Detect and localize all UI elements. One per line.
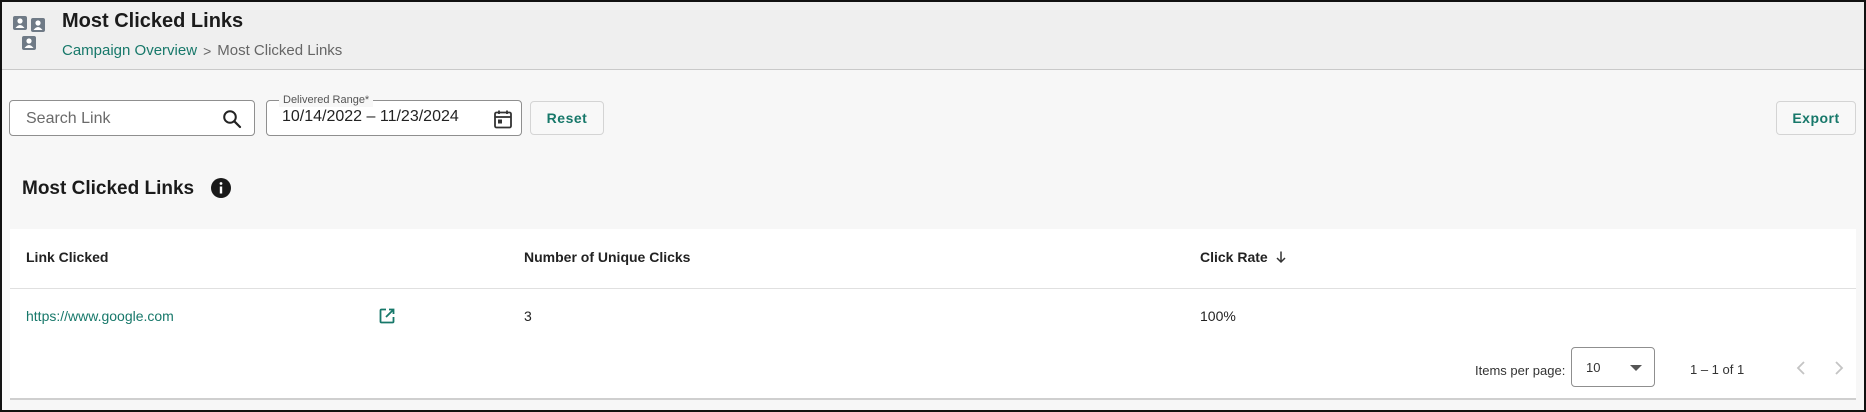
search-input[interactable] xyxy=(24,101,218,137)
page-title: Most Clicked Links xyxy=(62,10,244,32)
breadcrumb-current: Most Clicked Links xyxy=(217,42,343,59)
page-header: Most Clicked Links Campaign Overview > M… xyxy=(2,2,1864,70)
dropdown-arrow-icon xyxy=(1630,365,1642,371)
search-icon[interactable] xyxy=(222,109,242,129)
column-header-click-rate-label: Click Rate xyxy=(1200,249,1268,265)
items-per-page-label: Items per page: xyxy=(1475,363,1566,378)
export-button[interactable]: Export xyxy=(1776,101,1856,135)
header-divider xyxy=(10,288,1856,289)
search-field xyxy=(9,100,255,137)
breadcrumb-separator: > xyxy=(203,42,212,59)
open-in-new-icon[interactable] xyxy=(378,307,396,325)
breadcrumb: Campaign Overview > Most Clicked Links xyxy=(62,42,342,59)
unique-clicks-cell: 3 xyxy=(524,308,532,324)
previous-page-icon[interactable] xyxy=(1793,359,1811,377)
breadcrumb-campaign-overview-link[interactable]: Campaign Overview xyxy=(62,42,197,59)
column-header-link-clicked: Link Clicked xyxy=(26,249,109,265)
column-header-click-rate[interactable]: Click Rate xyxy=(1200,249,1288,265)
column-header-unique-clicks: Number of Unique Clicks xyxy=(524,249,691,265)
section-title: Most Clicked Links xyxy=(22,178,195,199)
click-rate-cell: 100% xyxy=(1200,308,1236,324)
items-per-page-value: 10 xyxy=(1586,360,1601,375)
contacts-group-icon xyxy=(13,16,45,50)
reset-button[interactable]: Reset xyxy=(530,101,604,135)
delivered-range-value[interactable]: 10/14/2022 – 11/23/2024 xyxy=(282,108,459,126)
pagination-range: 1 – 1 of 1 xyxy=(1690,362,1745,377)
info-icon[interactable] xyxy=(210,177,232,199)
links-table: Link Clicked Number of Unique Clicks Cli… xyxy=(10,229,1856,400)
items-per-page-select[interactable]: 10 xyxy=(1571,347,1655,387)
link-cell[interactable]: https://www.google.com xyxy=(26,308,174,324)
next-page-icon[interactable] xyxy=(1829,359,1847,377)
delivered-range-field[interactable]: Delivered Range* 10/14/2022 – 11/23/2024 xyxy=(266,93,522,136)
calendar-icon[interactable] xyxy=(493,109,513,129)
sort-arrow-down-icon xyxy=(1276,251,1286,264)
delivered-range-label: Delivered Range* xyxy=(279,93,374,107)
